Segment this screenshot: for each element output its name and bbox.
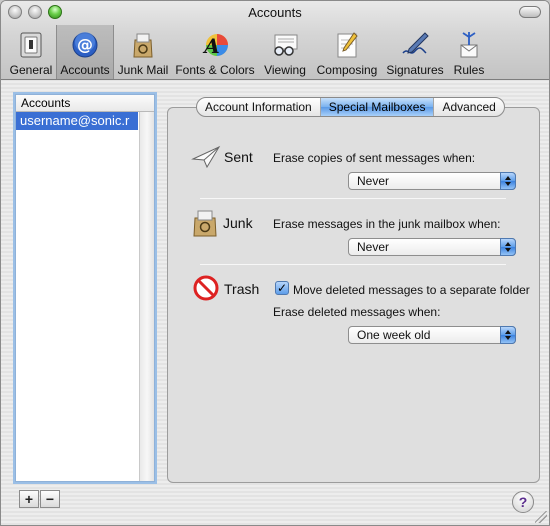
tab-account-information[interactable]: Account Information: [197, 98, 321, 116]
accounts-list[interactable]: Accounts username@sonic.r: [13, 92, 157, 484]
separator: [200, 198, 506, 199]
sent-erase-select[interactable]: Never: [348, 172, 516, 190]
svg-text:A: A: [202, 34, 220, 58]
junk-erase-select[interactable]: Never: [348, 238, 516, 256]
add-account-button[interactable]: +: [19, 490, 39, 508]
trash-erase-select[interactable]: One week old: [348, 326, 516, 344]
toolbar-general[interactable]: General: [6, 25, 56, 79]
svg-text:@: @: [77, 35, 93, 54]
toolbar-composing[interactable]: Composing: [312, 25, 382, 79]
sent-description: Erase copies of sent messages when:: [273, 151, 476, 165]
junk-bag-icon: [190, 208, 220, 237]
accounts-scrollbar[interactable]: [139, 112, 154, 481]
pencil-paper-icon: [331, 30, 363, 60]
pen-signature-icon: [399, 30, 431, 60]
toolbar-accounts[interactable]: @ Accounts: [56, 25, 114, 79]
no-entry-icon: [193, 275, 223, 303]
tab-bar: Account Information Special Mailboxes Ad…: [196, 97, 505, 117]
move-deleted-checkbox[interactable]: ✓: [275, 281, 289, 295]
separator: [200, 264, 506, 265]
popup-arrows-icon: [500, 172, 516, 190]
toolbar-rules[interactable]: Rules: [448, 25, 490, 79]
junk-label: Junk: [223, 215, 253, 231]
junk-bag-icon: [127, 30, 159, 60]
toolbar-viewing[interactable]: Viewing: [258, 25, 312, 79]
rules-envelope-icon: [453, 30, 485, 60]
tab-special-mailboxes[interactable]: Special Mailboxes: [320, 98, 435, 116]
checkmark-icon: ✓: [276, 281, 288, 295]
preferences-toolbar: General @ Accounts Junk Mail A Fonts & C…: [6, 25, 490, 79]
move-deleted-label[interactable]: Move deleted messages to a separate fold…: [293, 283, 530, 297]
resize-grip-icon[interactable]: [535, 511, 547, 523]
trash-description: Erase deleted messages when:: [273, 305, 441, 319]
popup-arrows-icon: [500, 326, 516, 344]
sent-label: Sent: [224, 149, 253, 165]
trash-label: Trash: [224, 281, 260, 297]
popup-arrows-icon: [500, 238, 516, 256]
remove-account-button[interactable]: −: [40, 490, 60, 508]
junk-erase-value: Never: [357, 240, 390, 254]
preferences-window: Accounts General @ Accounts Junk Mail A …: [0, 0, 550, 526]
tab-advanced[interactable]: Advanced: [434, 98, 503, 116]
paper-plane-icon: [191, 143, 221, 171]
switch-icon: [15, 30, 47, 60]
accounts-list-header[interactable]: Accounts: [16, 95, 154, 112]
at-sign-icon: @: [69, 30, 101, 60]
window-title: Accounts: [248, 5, 302, 20]
toolbar-toggle-button[interactable]: [519, 6, 541, 18]
title-toolbar: Accounts General @ Accounts Junk Mail A …: [1, 1, 549, 80]
toolbar-junk-mail[interactable]: Junk Mail: [114, 25, 172, 79]
account-row[interactable]: username@sonic.r: [16, 112, 138, 130]
glasses-icon: [269, 30, 301, 60]
toolbar-signatures[interactable]: Signatures: [382, 25, 448, 79]
trash-erase-value: One week old: [357, 328, 431, 342]
toolbar-fonts-colors[interactable]: A Fonts & Colors: [172, 25, 258, 79]
sent-erase-value: Never: [357, 174, 390, 188]
junk-description: Erase messages in the junk mailbox when:: [273, 217, 501, 231]
help-button[interactable]: ?: [512, 491, 534, 513]
font-color-icon: A: [199, 30, 231, 60]
